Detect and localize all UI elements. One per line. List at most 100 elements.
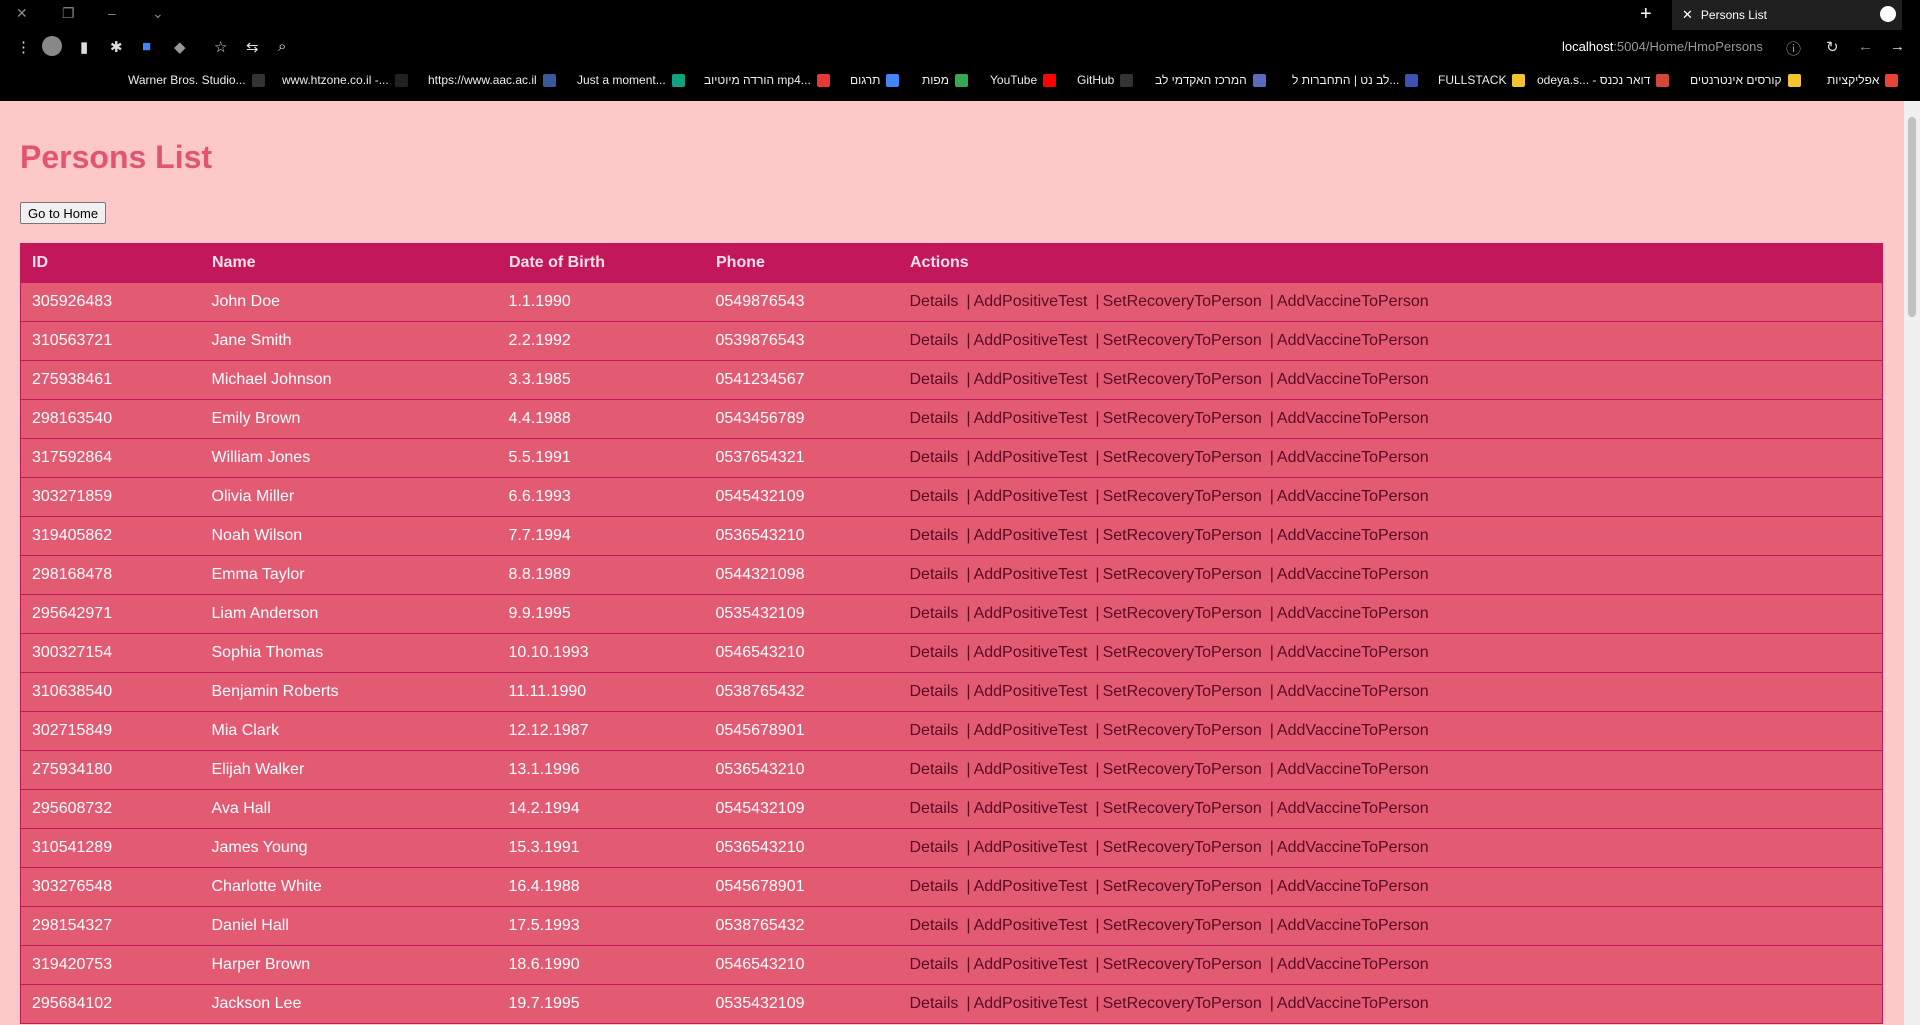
extension-shield-icon[interactable]: ◆	[174, 38, 186, 56]
share-icon[interactable]: ⇆	[246, 38, 259, 56]
action-link-addvaccinetoperson[interactable]: AddVaccineToPerson	[1277, 722, 1429, 739]
action-link-details[interactable]: Details	[910, 449, 959, 466]
action-link-addpositivetest[interactable]: AddPositiveTest	[974, 878, 1088, 895]
action-link-addvaccinetoperson[interactable]: AddVaccineToPerson	[1277, 839, 1429, 856]
action-link-addvaccinetoperson[interactable]: AddVaccineToPerson	[1277, 371, 1429, 388]
action-link-details[interactable]: Details	[910, 410, 959, 427]
action-link-details[interactable]: Details	[910, 956, 959, 973]
bookmark-item[interactable]: YouTube	[990, 73, 1057, 87]
action-link-setrecoverytoperson[interactable]: SetRecoveryToPerson	[1103, 371, 1262, 388]
action-link-details[interactable]: Details	[910, 800, 959, 817]
action-link-addvaccinetoperson[interactable]: AddVaccineToPerson	[1277, 800, 1429, 817]
action-link-addpositivetest[interactable]: AddPositiveTest	[974, 293, 1088, 310]
action-link-addpositivetest[interactable]: AddPositiveTest	[974, 722, 1088, 739]
action-link-addpositivetest[interactable]: AddPositiveTest	[974, 566, 1088, 583]
bookmark-star-icon[interactable]: ☆	[214, 38, 227, 56]
action-link-details[interactable]: Details	[910, 644, 959, 661]
profile-avatar-icon[interactable]	[42, 36, 62, 56]
bookmark-item[interactable]: GitHub	[1077, 73, 1134, 87]
bookmark-item[interactable]: Warner Bros. Studio...	[128, 73, 265, 87]
bookmark-item[interactable]: הורדה מיוטיוב mp4...	[704, 73, 830, 87]
action-link-setrecoverytoperson[interactable]: SetRecoveryToPerson	[1103, 917, 1262, 934]
action-link-details[interactable]: Details	[910, 917, 959, 934]
action-link-details[interactable]: Details	[910, 566, 959, 583]
action-link-addvaccinetoperson[interactable]: AddVaccineToPerson	[1277, 605, 1429, 622]
action-link-setrecoverytoperson[interactable]: SetRecoveryToPerson	[1103, 605, 1262, 622]
action-link-details[interactable]: Details	[910, 839, 959, 856]
action-link-addvaccinetoperson[interactable]: AddVaccineToPerson	[1277, 644, 1429, 661]
action-link-addpositivetest[interactable]: AddPositiveTest	[974, 644, 1088, 661]
action-link-addpositivetest[interactable]: AddPositiveTest	[974, 956, 1088, 973]
action-link-details[interactable]: Details	[910, 488, 959, 505]
action-link-addpositivetest[interactable]: AddPositiveTest	[974, 332, 1088, 349]
browser-profile-icon[interactable]	[1880, 6, 1896, 22]
action-link-addvaccinetoperson[interactable]: AddVaccineToPerson	[1277, 995, 1429, 1012]
action-link-details[interactable]: Details	[910, 605, 959, 622]
action-link-setrecoverytoperson[interactable]: SetRecoveryToPerson	[1103, 800, 1262, 817]
action-link-addpositivetest[interactable]: AddPositiveTest	[974, 839, 1088, 856]
reload-icon[interactable]: ↻	[1826, 38, 1839, 56]
bookmark-item[interactable]: קורסים אינטרנטים	[1690, 73, 1801, 87]
action-link-addvaccinetoperson[interactable]: AddVaccineToPerson	[1277, 293, 1429, 310]
action-link-addvaccinetoperson[interactable]: AddVaccineToPerson	[1277, 878, 1429, 895]
action-link-setrecoverytoperson[interactable]: SetRecoveryToPerson	[1103, 839, 1262, 856]
action-link-addpositivetest[interactable]: AddPositiveTest	[974, 449, 1088, 466]
action-link-setrecoverytoperson[interactable]: SetRecoveryToPerson	[1103, 410, 1262, 427]
site-info-icon[interactable]: ⓘ	[1786, 38, 1801, 59]
action-link-setrecoverytoperson[interactable]: SetRecoveryToPerson	[1103, 995, 1262, 1012]
action-link-details[interactable]: Details	[910, 995, 959, 1012]
back-arrow-icon[interactable]: ←	[1858, 38, 1873, 55]
forward-arrow-icon[interactable]: →	[1890, 38, 1905, 55]
bookmark-item[interactable]: המרכז האקדמי לב	[1155, 73, 1266, 87]
action-link-addvaccinetoperson[interactable]: AddVaccineToPerson	[1277, 449, 1429, 466]
action-link-details[interactable]: Details	[910, 293, 959, 310]
action-link-addpositivetest[interactable]: AddPositiveTest	[974, 917, 1088, 934]
go-to-home-button[interactable]: Go to Home	[20, 202, 107, 224]
action-link-addvaccinetoperson[interactable]: AddVaccineToPerson	[1277, 527, 1429, 544]
close-window-icon[interactable]: ✕	[16, 5, 28, 22]
action-link-addvaccinetoperson[interactable]: AddVaccineToPerson	[1277, 917, 1429, 934]
action-link-setrecoverytoperson[interactable]: SetRecoveryToPerson	[1103, 956, 1262, 973]
close-tab-icon[interactable]: ✕	[1682, 7, 1693, 23]
action-link-details[interactable]: Details	[910, 527, 959, 544]
bookmark-item[interactable]: לב נט | התחברות ל...	[1292, 73, 1419, 87]
action-link-addpositivetest[interactable]: AddPositiveTest	[974, 410, 1088, 427]
action-link-addvaccinetoperson[interactable]: AddVaccineToPerson	[1277, 488, 1429, 505]
action-link-addvaccinetoperson[interactable]: AddVaccineToPerson	[1277, 332, 1429, 349]
action-link-setrecoverytoperson[interactable]: SetRecoveryToPerson	[1103, 293, 1262, 310]
action-link-details[interactable]: Details	[910, 683, 959, 700]
bookmark-item[interactable]: www.htzone.co.il -...	[282, 73, 408, 87]
sidebar-icon[interactable]: ▮	[80, 38, 88, 56]
bookmark-item[interactable]: FULLSTACK	[1438, 73, 1526, 87]
action-link-addpositivetest[interactable]: AddPositiveTest	[974, 995, 1088, 1012]
action-link-addvaccinetoperson[interactable]: AddVaccineToPerson	[1277, 683, 1429, 700]
action-link-setrecoverytoperson[interactable]: SetRecoveryToPerson	[1103, 332, 1262, 349]
tab-search-chevron-icon[interactable]: ⌄	[152, 5, 164, 22]
minimize-window-icon[interactable]: –	[108, 5, 116, 21]
action-link-setrecoverytoperson[interactable]: SetRecoveryToPerson	[1103, 566, 1262, 583]
restore-window-icon[interactable]: ❐	[62, 5, 75, 22]
new-tab-icon[interactable]: +	[1640, 3, 1652, 26]
action-link-details[interactable]: Details	[910, 332, 959, 349]
translate-icon[interactable]: ■	[142, 38, 151, 55]
bookmark-item[interactable]: אפליקציות	[1827, 73, 1899, 87]
action-link-details[interactable]: Details	[910, 761, 959, 778]
action-link-setrecoverytoperson[interactable]: SetRecoveryToPerson	[1103, 761, 1262, 778]
action-link-addpositivetest[interactable]: AddPositiveTest	[974, 527, 1088, 544]
bookmark-item[interactable]: מפות	[922, 73, 968, 87]
action-link-addpositivetest[interactable]: AddPositiveTest	[974, 371, 1088, 388]
action-link-addpositivetest[interactable]: AddPositiveTest	[974, 605, 1088, 622]
action-link-addpositivetest[interactable]: AddPositiveTest	[974, 800, 1088, 817]
action-link-addvaccinetoperson[interactable]: AddVaccineToPerson	[1277, 410, 1429, 427]
action-link-setrecoverytoperson[interactable]: SetRecoveryToPerson	[1103, 683, 1262, 700]
action-link-addvaccinetoperson[interactable]: AddVaccineToPerson	[1277, 566, 1429, 583]
bookmark-item[interactable]: תרגום	[850, 73, 900, 87]
action-link-setrecoverytoperson[interactable]: SetRecoveryToPerson	[1103, 488, 1262, 505]
action-link-addvaccinetoperson[interactable]: AddVaccineToPerson	[1277, 761, 1429, 778]
action-link-setrecoverytoperson[interactable]: SetRecoveryToPerson	[1103, 878, 1262, 895]
address-bar[interactable]: localhost:5004/Home/HmoPersons	[1562, 39, 1763, 54]
action-link-setrecoverytoperson[interactable]: SetRecoveryToPerson	[1103, 527, 1262, 544]
action-link-addpositivetest[interactable]: AddPositiveTest	[974, 761, 1088, 778]
menu-dots-icon[interactable]: ⋮	[16, 38, 31, 56]
bookmark-item[interactable]: odeya.s... - דואר נכנס	[1537, 73, 1670, 87]
